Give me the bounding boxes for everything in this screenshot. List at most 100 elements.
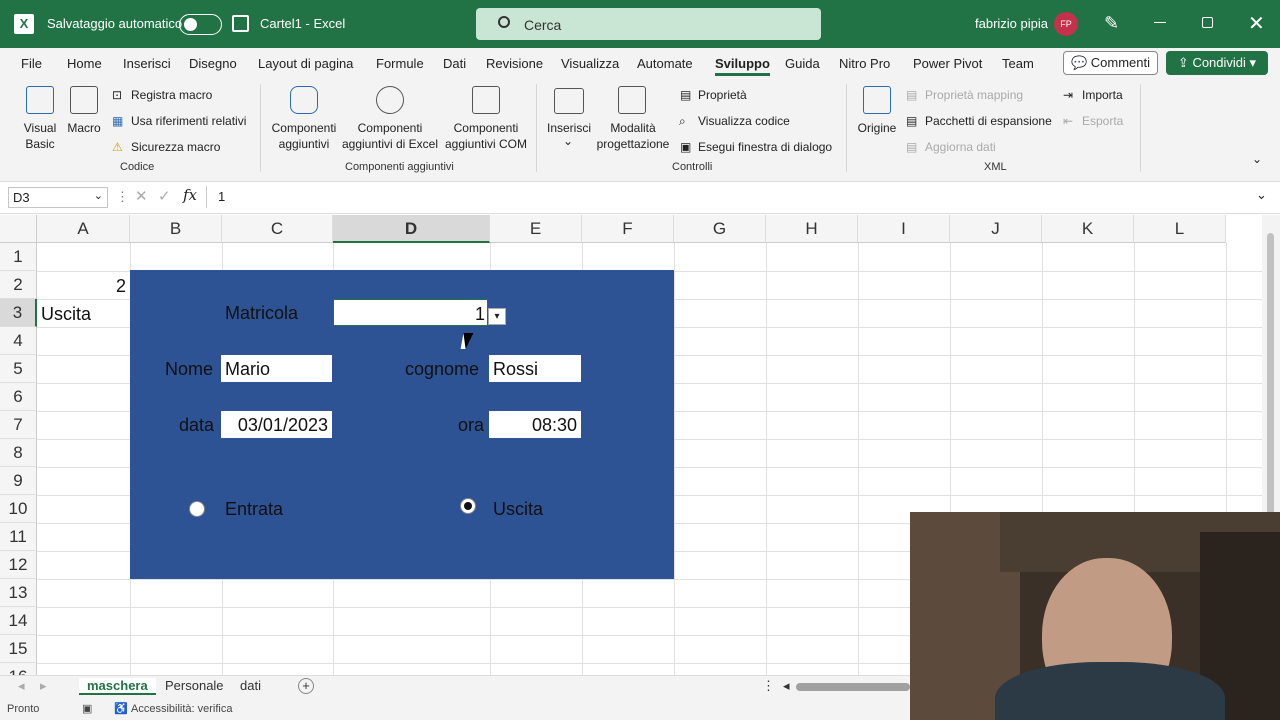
column-header[interactable]: E [490,215,582,243]
column-header[interactable]: F [582,215,674,243]
com-addins-button[interactable]: Componenti aggiuntivi COM [440,120,532,152]
uscita-label: Uscita [493,499,544,519]
minimize-icon[interactable] [1154,22,1166,23]
expand-formula-icon[interactable]: ⌄ [1256,187,1267,203]
import-button[interactable]: Importa [1082,88,1123,102]
tab-sviluppo[interactable]: Sviluppo [715,56,770,76]
close-icon[interactable]: ✕ [1248,11,1265,36]
visual-basic-button[interactable]: Visual Basic [18,120,62,152]
tab-guida[interactable]: Guida [785,56,820,71]
column-header[interactable]: I [858,215,950,243]
pen-icon[interactable]: ✎ [1104,13,1119,34]
select-all-corner[interactable] [0,215,37,243]
column-header[interactable]: D [333,215,490,243]
tab-disegno[interactable]: Disegno [189,56,237,71]
row-header[interactable]: 6 [0,383,37,411]
ora-field[interactable]: 08:30 [489,411,581,438]
row-header[interactable]: 14 [0,607,37,635]
confirm-icon[interactable]: ✓ [158,187,171,205]
column-header[interactable]: J [950,215,1042,243]
share-button[interactable]: ⇪ Condividi ▾ [1166,51,1268,75]
data-field[interactable]: 03/01/2023 [221,411,332,438]
matricola-combobox[interactable]: 1 [333,299,488,326]
comments-button[interactable]: 💬 Commenti [1063,51,1158,75]
row-header[interactable]: 2 [0,271,37,299]
sheet-tab-dati[interactable]: dati [240,678,261,693]
tab-next-icon[interactable]: ▸ [40,678,47,694]
macro-security-button[interactable]: Sicurezza macro [131,140,220,154]
tab-automate[interactable]: Automate [637,56,693,71]
export-icon: ⇤ [1063,114,1074,128]
row-header[interactable]: 10 [0,495,37,523]
row-header[interactable]: 11 [0,523,37,551]
accessibility-status[interactable]: Accessibilità: verifica [131,703,232,715]
addins-button[interactable]: Componenti aggiuntivi [266,120,342,152]
row-header[interactable]: 9 [0,467,37,495]
column-header[interactable]: G [674,215,766,243]
function-icon[interactable]: fx [183,186,197,204]
view-code-button[interactable]: Visualizza codice [698,114,790,128]
row-header[interactable]: 5 [0,355,37,383]
formula-input[interactable]: 1 [218,189,225,204]
save-icon[interactable] [232,15,249,32]
run-dialog-button[interactable]: Esegui finestra di dialogo [698,140,832,154]
row-header[interactable]: 1 [0,243,37,271]
tab-file[interactable]: File [21,56,42,71]
row-header[interactable]: 7 [0,411,37,439]
tab-dati[interactable]: Dati [443,56,466,71]
excel-addins-button[interactable]: Componenti aggiuntivi di Excel [340,120,440,152]
tab-powerpivot[interactable]: Power Pivot [913,56,982,71]
nome-field[interactable]: Mario [221,355,332,382]
add-sheet-icon[interactable]: + [298,678,314,694]
column-header[interactable]: C [222,215,333,243]
more-icon[interactable]: ⋮ [762,678,775,694]
cancel-icon[interactable]: ✕ [135,187,148,205]
tab-team[interactable]: Team [1002,56,1034,71]
sheet-tab-maschera[interactable]: maschera [79,678,156,695]
collapse-ribbon-icon[interactable]: ⌄ [1252,152,1262,166]
row-header[interactable]: 8 [0,439,37,467]
tab-inserisci[interactable]: Inserisci [123,56,171,71]
tab-revisione[interactable]: Revisione [486,56,543,71]
cell-a2[interactable]: 2 [40,272,126,300]
autosave-toggle[interactable] [179,14,222,35]
search-box[interactable]: Cerca [476,8,821,40]
row-header[interactable]: 4 [0,327,37,355]
maximize-icon[interactable] [1202,17,1213,28]
tab-nitro[interactable]: Nitro Pro [839,56,890,71]
sheet-tab-personale[interactable]: Personale [165,678,224,693]
row-header[interactable]: 3 [0,299,37,327]
row-header[interactable]: 12 [0,551,37,579]
uscita-radio[interactable] [460,498,476,514]
column-header[interactable]: A [37,215,130,243]
tab-layout[interactable]: Layout di pagina [258,56,353,71]
cell-a3[interactable]: Uscita [41,300,91,328]
entrata-radio[interactable] [189,501,205,517]
refresh-data-button: Aggiorna dati [925,140,996,154]
horizontal-scrollbar[interactable] [796,683,910,691]
column-header[interactable]: K [1042,215,1134,243]
column-header[interactable]: H [766,215,858,243]
tab-home[interactable]: Home [67,56,102,71]
scroll-left-icon[interactable]: ◂ [783,678,790,694]
row-header[interactable]: 16 [0,663,37,675]
tab-prev-icon[interactable]: ◂ [18,678,25,694]
expansion-packs-button[interactable]: Pacchetti di espansione [925,114,1052,128]
properties-button[interactable]: Proprietà [698,88,747,102]
name-box[interactable]: D3 ⌄ [8,187,108,208]
column-header[interactable]: B [130,215,222,243]
design-mode-button[interactable]: Modalità progettazione [594,120,672,152]
source-button[interactable]: Origine [855,120,899,136]
row-header[interactable]: 13 [0,579,37,607]
avatar[interactable]: FP [1054,12,1078,36]
record-macro-button[interactable]: Registra macro [131,88,212,102]
dialog-icon: ▣ [680,140,692,154]
column-header[interactable]: L [1134,215,1226,243]
dropdown-arrow-icon[interactable]: ▾ [488,308,506,325]
tab-visualizza[interactable]: Visualizza [561,56,619,71]
tab-formule[interactable]: Formule [376,56,424,71]
relative-refs-button[interactable]: Usa riferimenti relativi [131,114,246,128]
cognome-field[interactable]: Rossi [489,355,581,382]
macro-button[interactable]: Macro [64,120,104,136]
row-header[interactable]: 15 [0,635,37,663]
